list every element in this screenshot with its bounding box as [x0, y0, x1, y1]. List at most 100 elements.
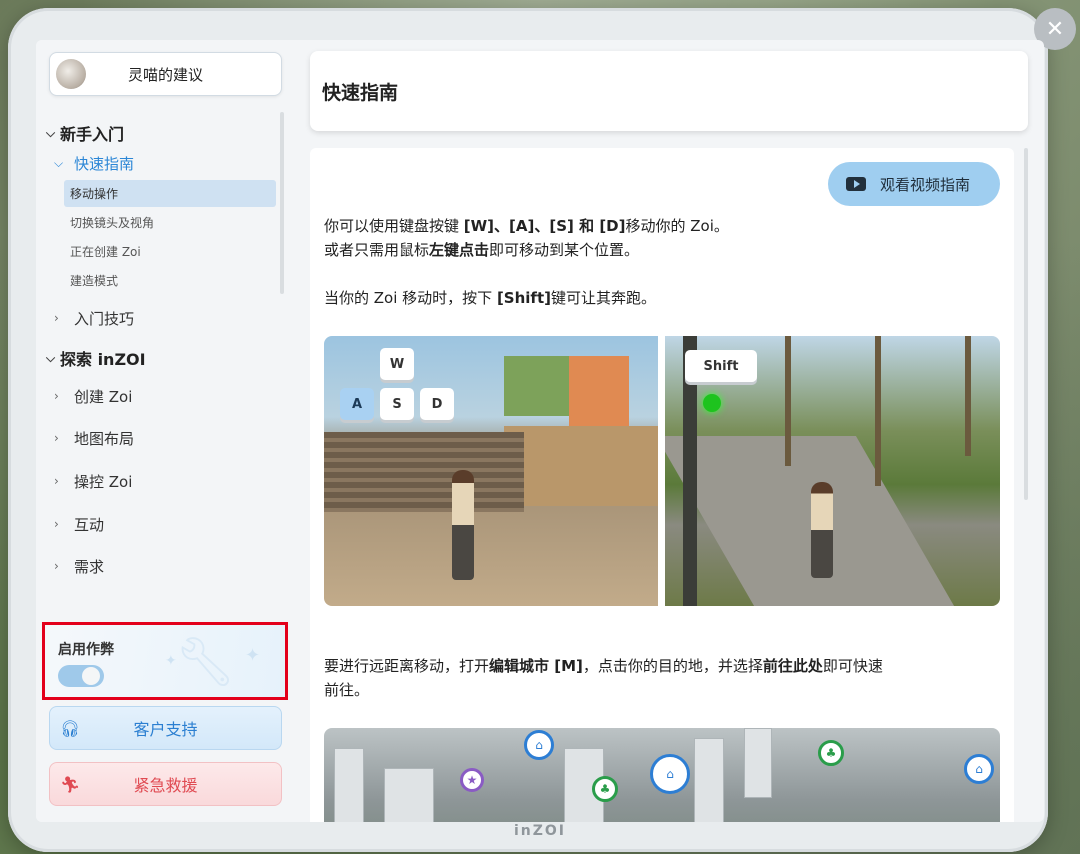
sparkle-icon: ✦	[245, 645, 261, 666]
nav-item-label: 互动	[74, 515, 105, 534]
video-button-label: 观看视频指南	[880, 175, 971, 194]
zoi-character	[452, 470, 474, 580]
map-building	[334, 748, 364, 822]
scene-palm	[875, 336, 881, 486]
text: 前往。	[324, 681, 370, 699]
nav-leaf-camera[interactable]: 切换镜头及视角	[64, 209, 276, 236]
sidebar: 灵喵的建议 ⌵ 新手入门 ⌵ 快速指南 移动操作 切换镜头及视角 正在创建 Zo…	[36, 40, 294, 822]
bold-text: 前往此处	[762, 657, 823, 675]
scene-palm	[785, 336, 791, 466]
rescue-label: 紧急救援	[133, 776, 198, 795]
nav-item-control-zoi[interactable]: › 操控 Zoi	[36, 460, 280, 502]
nav-section-explore[interactable]: ⌵ 探索 inZOI	[36, 340, 280, 376]
nav-item-label: 创建 Zoi	[74, 387, 133, 406]
nav-item-needs[interactable]: › 需求	[36, 546, 280, 586]
emergency-rescue-button[interactable]: 🏃︎ 紧急救援	[49, 762, 282, 806]
text: ，点击你的目的地，并选择	[582, 657, 763, 675]
nav-item-quick-guide[interactable]: ⌵ 快速指南	[36, 148, 280, 178]
running-scene-image: Shift	[665, 336, 1000, 606]
sidebar-scrollbar[interactable]	[280, 112, 284, 294]
nav-item-label: 快速指南	[74, 154, 135, 173]
cheat-panel: ✦ 🔧︎ ✦ 启用作弊	[42, 622, 288, 700]
content-scrollbar[interactable]	[1024, 148, 1028, 500]
chevron-right-icon: ›	[54, 431, 59, 445]
nav-section-label: 探索 inZOI	[60, 350, 146, 369]
customer-support-button[interactable]: 🎧︎ 客户支持	[49, 706, 282, 750]
headset-icon: 🎧︎	[59, 718, 81, 738]
home-pin-icon[interactable]: ⌂	[964, 754, 994, 784]
zoi-character	[811, 482, 833, 578]
nav-item-label: 操控 Zoi	[74, 472, 133, 491]
key-a: A	[340, 388, 374, 420]
brand-logo: inZOI	[513, 823, 567, 839]
video-play-icon	[846, 177, 866, 191]
cheat-toggle[interactable]	[58, 665, 104, 687]
green-light-icon	[703, 394, 721, 412]
nav-section-getting-started[interactable]: ⌵ 新手入门	[36, 118, 280, 148]
cheat-label: 启用作弊	[58, 642, 114, 658]
nav-section-label: 新手入门	[60, 125, 125, 144]
text: 即可移动到某个位置。	[489, 241, 640, 259]
text: 键可让其奔跑。	[550, 289, 656, 307]
text: 或者只需用鼠标	[324, 241, 430, 259]
support-label: 客户支持	[133, 720, 198, 739]
nav-item-interaction[interactable]: › 互动	[36, 502, 280, 546]
cat-avatar	[56, 59, 86, 89]
chevron-right-icon: ›	[54, 474, 59, 488]
bold-text: 左键点击	[429, 241, 490, 259]
map-building	[384, 768, 434, 822]
advisor-label: 灵喵的建议	[127, 65, 203, 84]
nav-leaf-create-zoi[interactable]: 正在创建 Zoi	[64, 238, 276, 265]
map-building	[744, 728, 772, 798]
walking-scene-image: W A S D	[324, 336, 658, 606]
scene-path	[665, 436, 955, 606]
content-panel: 观看视频指南 你可以使用键盘按键 [W]、[A]、[S] 和 [D]移动你的 Z…	[310, 148, 1014, 822]
wrench-icon: 🔧︎	[175, 634, 236, 690]
chevron-right-icon: ›	[54, 311, 59, 325]
nav-leaf-build-mode[interactable]: 建造模式	[64, 267, 276, 294]
key-s: S	[380, 388, 414, 420]
scene-building	[569, 356, 629, 426]
chevron-right-icon: ›	[54, 389, 59, 403]
scene-wall	[504, 426, 658, 506]
text: 要进行远距离移动，打开	[324, 657, 490, 675]
tree-pin-icon[interactable]: ♣	[592, 776, 618, 802]
key-d: D	[420, 388, 454, 420]
chevron-down-icon: ⌵	[54, 155, 64, 170]
chevron-down-icon: ⌵	[46, 350, 56, 365]
key-shift: Shift	[685, 350, 757, 382]
chevron-right-icon: ›	[54, 517, 59, 531]
guide-window: 灵喵的建议 ⌵ 新手入门 ⌵ 快速指南 移动操作 切换镜头及视角 正在创建 Zo…	[36, 40, 1044, 822]
watch-video-button[interactable]: 观看视频指南	[828, 162, 1000, 206]
text: 即可快速	[822, 657, 883, 675]
paragraph-shift: 当你的 Zoi 移动时，按下 [Shift]键可让其奔跑。	[324, 286, 656, 310]
chevron-down-icon: ⌵	[46, 125, 56, 140]
scene-stairs	[324, 432, 524, 512]
nav-leaf-movement[interactable]: 移动操作	[64, 180, 276, 207]
home-pin-icon[interactable]: ⌂	[650, 754, 690, 794]
toggle-knob	[82, 667, 100, 685]
map-building	[694, 738, 724, 822]
scene-palm	[965, 336, 971, 456]
bold-text: [Shift]	[496, 289, 551, 307]
nav-item-tips[interactable]: › 入门技巧	[36, 296, 280, 340]
nav-item-map-layout[interactable]: › 地图布局	[36, 416, 280, 460]
tree-pin-icon[interactable]: ♣	[818, 740, 844, 766]
key-w: W	[380, 348, 414, 380]
home-pin-icon[interactable]: ⌂	[524, 730, 554, 760]
paragraph-wasd: 你可以使用键盘按键 [W]、[A]、[S] 和 [D]移动你的 Zoi。 或者只…	[324, 214, 729, 262]
chevron-right-icon: ›	[54, 559, 59, 573]
nav-item-label: 入门技巧	[74, 309, 135, 328]
advisor-button[interactable]: 灵喵的建议	[49, 52, 282, 96]
nav-item-create-zoi[interactable]: › 创建 Zoi	[36, 376, 280, 416]
city-map-image: ⌂ ★ ♣ ⌂ ♣ ⌂	[324, 728, 1000, 822]
text: 移动你的 Zoi。	[625, 217, 729, 235]
running-person-icon: 🏃︎	[59, 774, 81, 794]
text: 当你的 Zoi 移动时，按下	[324, 289, 497, 307]
bold-text: 编辑城市 [M]	[489, 657, 583, 675]
text: 你可以使用键盘按键	[324, 217, 464, 235]
page-title: 快速指南	[310, 51, 1028, 131]
map-pin-icon[interactable]: ★	[460, 768, 484, 792]
sidebar-nav: ⌵ 新手入门 ⌵ 快速指南 移动操作 切换镜头及视角 正在创建 Zoi 建造模式…	[36, 118, 280, 586]
bold-text: [W]、[A]、[S] 和 [D]	[463, 217, 626, 235]
